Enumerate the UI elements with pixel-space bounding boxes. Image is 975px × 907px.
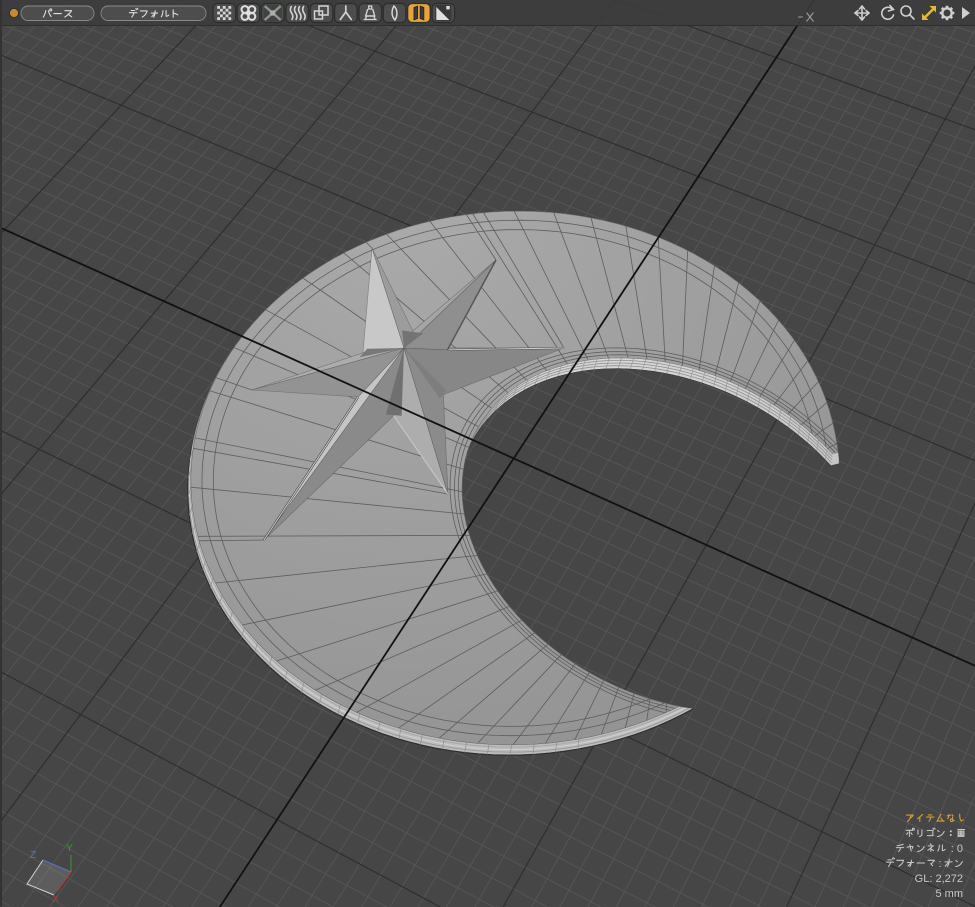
svg-text:X: X [52, 893, 59, 905]
svg-text:Z: Z [30, 849, 37, 861]
svg-text::: : [938, 858, 941, 870]
svg-text:: 0: : 0 [951, 843, 963, 855]
svg-text:GL: 2,272: GL: 2,272 [915, 873, 963, 885]
svg-text:5 mm: 5 mm [936, 888, 964, 900]
svg-text:Y: Y [66, 842, 73, 854]
